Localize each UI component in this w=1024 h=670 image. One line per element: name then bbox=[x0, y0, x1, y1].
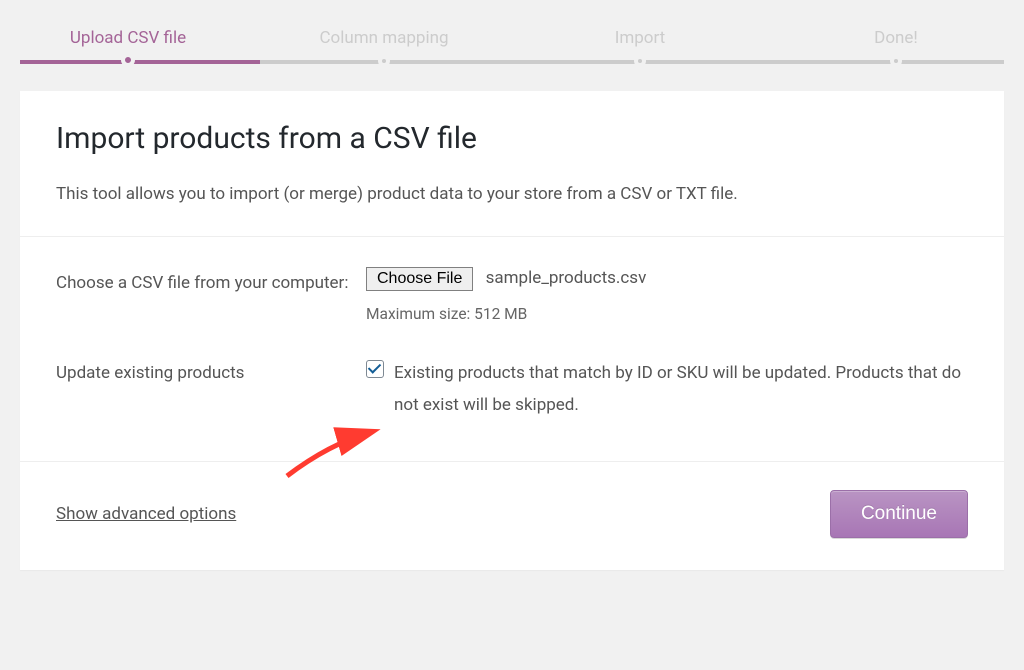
step-upload: Upload CSV file bbox=[0, 28, 256, 77]
update-description: Existing products that match by ID or SK… bbox=[394, 357, 968, 422]
update-label: Update existing products bbox=[56, 357, 366, 388]
step-done: Done! bbox=[768, 28, 1024, 77]
step-label: Import bbox=[512, 28, 768, 48]
choose-file-button[interactable]: Choose File bbox=[366, 267, 473, 291]
step-dot-icon bbox=[634, 55, 646, 67]
checkbox-row: Existing products that match by ID or SK… bbox=[366, 357, 968, 422]
selected-filename: sample_products.csv bbox=[486, 268, 647, 288]
step-import: Import bbox=[512, 28, 768, 77]
file-row: Choose a CSV file from your computer: Ch… bbox=[56, 267, 968, 323]
step-dot-icon bbox=[121, 53, 135, 67]
page-title: Import products from a CSV file bbox=[56, 121, 968, 156]
card-footer: Show advanced options Continue bbox=[20, 462, 1004, 570]
file-label: Choose a CSV file from your computer: bbox=[56, 267, 366, 298]
step-label: Column mapping bbox=[256, 28, 512, 48]
step-mapping: Column mapping bbox=[256, 28, 512, 77]
step-label: Done! bbox=[768, 28, 1024, 48]
update-existing-checkbox[interactable] bbox=[366, 360, 384, 378]
max-size-hint: Maximum size: 512 MB bbox=[366, 305, 968, 323]
update-control: Existing products that match by ID or SK… bbox=[366, 357, 968, 422]
file-control: Choose File sample_products.csv Maximum … bbox=[366, 267, 968, 323]
step-label: Upload CSV file bbox=[0, 28, 256, 48]
card-header: Import products from a CSV file This too… bbox=[20, 91, 1004, 236]
step-dot-icon bbox=[378, 55, 390, 67]
card-body: Choose a CSV file from your computer: Ch… bbox=[20, 236, 1004, 463]
step-dot-icon bbox=[890, 55, 902, 67]
stepper: Upload CSV file Column mapping Import Do… bbox=[0, 0, 1024, 75]
continue-button[interactable]: Continue bbox=[830, 490, 968, 538]
import-card: Import products from a CSV file This too… bbox=[20, 91, 1004, 570]
update-row: Update existing products Existing produc… bbox=[56, 357, 968, 422]
page-description: This tool allows you to import (or merge… bbox=[56, 182, 968, 208]
show-advanced-link[interactable]: Show advanced options bbox=[56, 504, 236, 524]
